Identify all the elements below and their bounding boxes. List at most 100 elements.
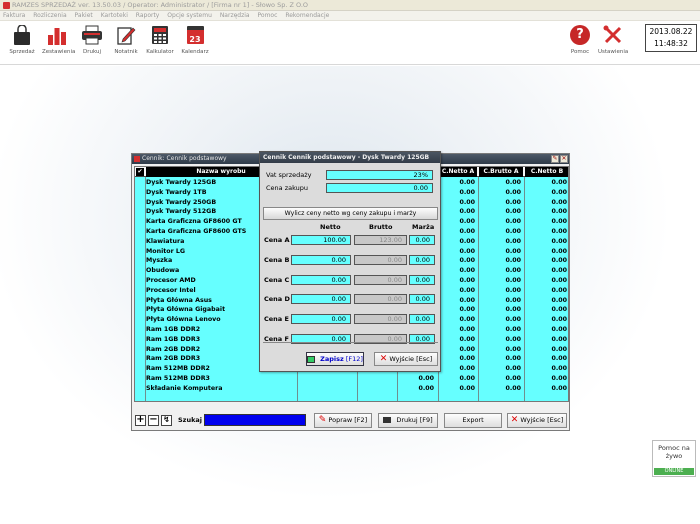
netto-field[interactable]: 0.00 <box>291 274 351 285</box>
close-icon[interactable]: ✕ <box>560 155 568 163</box>
select-all-checkbox[interactable]: ✔ <box>136 168 144 176</box>
netto-field[interactable]: 0.00 <box>291 314 351 325</box>
product-name[interactable]: Składanie Komputera <box>146 384 222 394</box>
product-name[interactable]: Dysk Twardy 250GB <box>146 198 216 208</box>
save-button[interactable]: Zapisz [F12] <box>306 352 364 366</box>
menu-item-raporty[interactable]: Raporty <box>136 12 160 19</box>
netto-field[interactable]: 0.00 <box>291 254 351 265</box>
menu-item-rozliczenia[interactable]: Rozliczenia <box>33 12 66 19</box>
price-cell: 0.00 <box>551 345 567 353</box>
marza-field[interactable]: 0.00 <box>409 254 435 265</box>
toolbar-label: Zestawienia <box>42 49 76 55</box>
product-name[interactable]: Dysk Twardy 125GB <box>146 178 216 188</box>
price-cell: 0.00 <box>551 267 567 275</box>
marza-field[interactable]: 0.00 <box>409 314 435 325</box>
price-cell: 0.00 <box>505 257 521 265</box>
window-title-bar: RAMZES SPRZEDAŻ ver. 13.50.03 / Operator… <box>0 0 700 11</box>
toolbar-label: Notatnik <box>114 49 138 55</box>
product-name[interactable]: Dysk Twardy 1TB <box>146 188 207 198</box>
product-name[interactable]: Płyta Główna Lenovo <box>146 315 221 325</box>
price-cell: 0.00 <box>551 228 567 235</box>
price-list-footer: + − ↯ Szukaj ✎ Popraw [F2] Drukuj [F9] E… <box>132 410 569 430</box>
netto-field[interactable]: 100.00 <box>291 235 351 245</box>
product-name[interactable]: Ram 2GB DDR3 <box>146 354 200 364</box>
online-status: ONLINE <box>654 468 694 475</box>
popraw-label: Popraw <box>328 416 353 424</box>
price-row-label: Cena D <box>264 295 290 304</box>
add-row-button[interactable]: + <box>135 415 146 426</box>
menu-item-pomoc[interactable]: Pomoc <box>258 12 278 19</box>
price-list-title: Cennik: Cennik podstawowy <box>142 155 227 162</box>
calculate-prices-button[interactable]: Wylicz ceny netto wg ceny zakupu i marży <box>263 207 438 220</box>
col-header-netto-a[interactable]: C.Netto A <box>439 167 477 177</box>
wyjscie-label: Wyjście <box>520 416 546 424</box>
price-cell: 0.00 <box>551 316 567 324</box>
toolbar-kalkulator-button[interactable]: Kalkulator <box>145 24 175 55</box>
remove-row-button[interactable]: − <box>148 415 159 426</box>
price-cell: 0.00 <box>505 306 521 314</box>
time-text: 11:48:32 <box>654 39 688 48</box>
toolbar-kalendarz-button[interactable]: 23 Kalendarz <box>180 24 210 55</box>
netto-field[interactable]: 0.00 <box>291 294 351 305</box>
price-row-label: Cena A <box>264 236 290 244</box>
product-name[interactable]: Klawiatura <box>146 237 184 247</box>
price-cell: 0.00 <box>551 296 567 304</box>
product-name[interactable]: Ram 1GB DDR2 <box>146 325 200 335</box>
menu-item-pakiet[interactable]: Pakiet <box>75 12 93 19</box>
product-name[interactable]: Dysk Twardy 512GB <box>146 207 216 217</box>
marza-field[interactable]: 0.00 <box>409 274 435 285</box>
drukuj-button[interactable]: Drukuj [F9] <box>378 413 438 428</box>
calendar-day: 23 <box>186 26 204 44</box>
price-cell: 0.00 <box>459 247 475 255</box>
menu-item-narzedzia[interactable]: Narzędzia <box>220 12 250 19</box>
product-name[interactable]: Procesor Intel <box>146 286 196 296</box>
price-cell: 0.00 <box>551 326 567 333</box>
price-cell: 0.00 <box>505 179 521 186</box>
toolbar-ustawienia-button[interactable]: Ustawienia <box>598 24 628 55</box>
product-name[interactable]: Płyta Główna Asus <box>146 296 212 306</box>
col-header-brutto-a[interactable]: C.Brutto A <box>479 167 523 177</box>
popraw-button[interactable]: ✎ Popraw [F2] <box>314 413 372 428</box>
product-name[interactable]: Ram 512MB DDR2 <box>146 364 210 374</box>
brutto-field: 0.00 <box>354 314 407 325</box>
price-cell: 0.00 <box>459 286 475 294</box>
vat-field[interactable]: 23% <box>326 170 433 180</box>
search-input[interactable] <box>204 414 306 426</box>
menu-item-opcje[interactable]: Opcje systemu <box>167 12 212 19</box>
purchase-price-field[interactable]: 0.00 <box>326 183 433 193</box>
menu-item-faktura[interactable]: Faktura <box>3 12 25 19</box>
printer-icon <box>383 417 392 423</box>
product-name[interactable]: Obudowa <box>146 266 179 276</box>
price-cell: 0.00 <box>505 384 521 392</box>
live-help-widget[interactable]: Pomoc na żywo ONLINE <box>652 440 696 477</box>
price-cell: 0.00 <box>459 355 475 363</box>
toolbar-drukuj-button[interactable]: Drukuj <box>77 24 107 55</box>
menu-item-rekomendacje[interactable]: Rekomendacje <box>285 12 329 19</box>
price-row-label: Cena E <box>264 315 289 324</box>
export-button[interactable]: Export <box>444 413 502 428</box>
menu-item-kartoteki[interactable]: Kartoteki <box>101 12 128 19</box>
dialog-title: Cennik Cennik podstawowy - Dysk Twardy 1… <box>260 152 440 163</box>
toolbar-notatnik-button[interactable]: Notatnik <box>111 24 141 55</box>
col-header-netto-b[interactable]: C.Netto B <box>525 167 568 177</box>
product-name[interactable]: Płyta Główna Gigabait <box>146 305 225 315</box>
edit-icon[interactable]: ✎ <box>551 155 559 163</box>
product-name[interactable]: Myszka <box>146 256 172 266</box>
drukuj-label: Drukuj <box>396 416 418 424</box>
product-name[interactable]: Procesor AMD <box>146 276 196 286</box>
product-name[interactable]: Karta Graficzna GF8600 GTS <box>146 227 246 237</box>
toolbar-pomoc-button[interactable]: ? Pomoc <box>565 24 595 55</box>
dialog-exit-button[interactable]: ✕ Wyjście [Esc] <box>374 352 438 366</box>
printer-icon <box>81 24 103 46</box>
product-name[interactable]: Ram 2GB DDR2 <box>146 345 200 355</box>
marza-field[interactable]: 0.00 <box>409 294 435 305</box>
toolbar-sprzedaz-button[interactable]: Sprzedaż <box>7 24 37 55</box>
product-name[interactable]: Ram 1GB DDR3 <box>146 335 200 345</box>
toolbar-zestawienia-button[interactable]: Zestawienia <box>42 24 76 55</box>
refresh-button[interactable]: ↯ <box>161 415 172 426</box>
marza-field[interactable]: 0.00 <box>409 235 435 245</box>
product-name[interactable]: Karta Graficzna GF8600 GT <box>146 217 242 227</box>
product-name[interactable]: Ram 512MB DDR3 <box>146 374 210 384</box>
wyjscie-button[interactable]: ✕ Wyjście [Esc] <box>507 413 567 428</box>
product-name[interactable]: Monitor LG <box>146 247 185 257</box>
